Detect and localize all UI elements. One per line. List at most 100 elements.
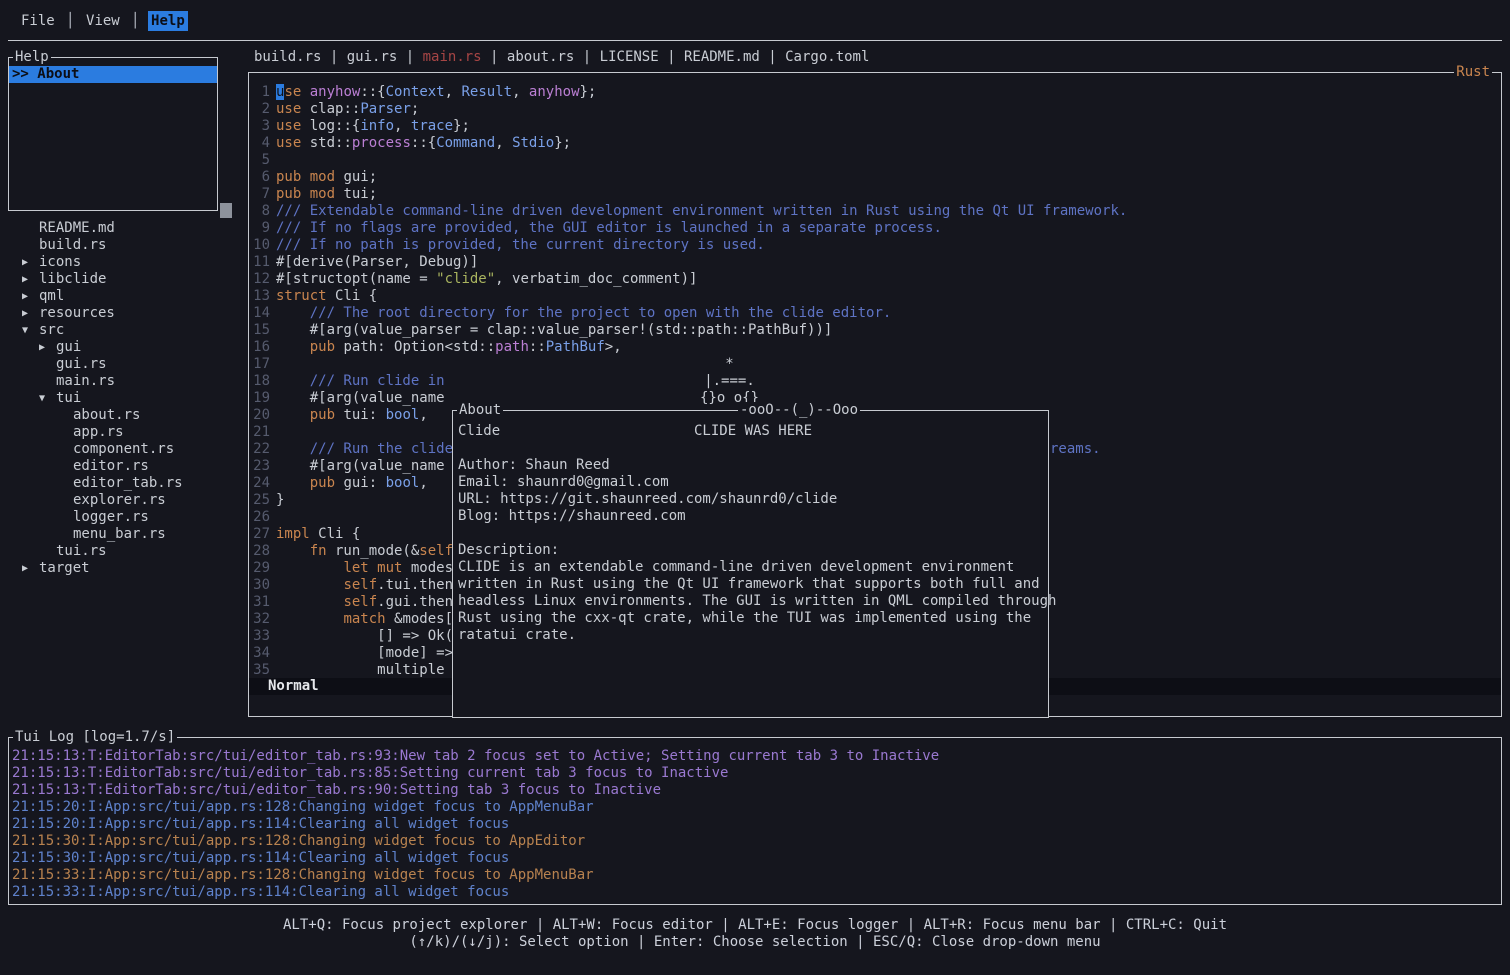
code-text: #[arg(value_name = bbox=[276, 390, 470, 407]
explorer-item-label: editor_tab.rs bbox=[73, 475, 183, 492]
line-number: 14 bbox=[249, 305, 270, 322]
help-dropdown-item[interactable]: >> About bbox=[9, 66, 217, 83]
code-line[interactable]: 9/// If no flags are provided, the GUI e… bbox=[249, 220, 1501, 237]
about-popup: *|.===.{}o o{} About -ooO--(_)--Ooo Clid… bbox=[452, 354, 1049, 720]
tab-separator: | bbox=[659, 49, 684, 65]
code-text: self.tui.then( bbox=[276, 577, 461, 594]
code-text: pub gui: bool, bbox=[276, 475, 428, 492]
folder-toggle-icon: ▶ bbox=[22, 288, 39, 305]
log-line: 21:15:30:I:App:src/tui/app.rs:128:Changi… bbox=[12, 833, 1501, 850]
menu-item-help[interactable]: Help bbox=[148, 11, 188, 31]
tui-log-panel[interactable]: Tui Log [log=1.7/s] 21:15:13:T:EditorTab… bbox=[8, 737, 1502, 905]
folder-toggle-icon: ▶ bbox=[22, 305, 39, 322]
explorer-item-tui-rs[interactable]: tui.rs bbox=[8, 543, 240, 560]
folder-toggle-icon: ▶ bbox=[22, 254, 39, 271]
explorer-item-resources[interactable]: ▶resources bbox=[8, 305, 240, 322]
explorer-item-libclide[interactable]: ▶libclide bbox=[8, 271, 240, 288]
explorer-item-menu-bar-rs[interactable]: menu_bar.rs bbox=[8, 526, 240, 543]
explorer-item-target[interactable]: ▶target bbox=[8, 560, 240, 577]
code-line[interactable]: 8/// Extendable command-line driven deve… bbox=[249, 203, 1501, 220]
code-text: let mut modes bbox=[276, 560, 453, 577]
footer-shortcuts-line1: ALT+Q: Focus project explorer | ALT+W: F… bbox=[0, 917, 1510, 934]
code-text: } bbox=[276, 492, 284, 509]
explorer-item-explorer-rs[interactable]: explorer.rs bbox=[8, 492, 240, 509]
tab-separator: | bbox=[760, 49, 785, 65]
explorer-item-logger-rs[interactable]: logger.rs bbox=[8, 509, 240, 526]
tab-main-rs[interactable]: main.rs bbox=[423, 49, 482, 65]
code-line[interactable]: 11#[derive(Parser, Debug)] bbox=[249, 254, 1501, 271]
line-number: 32 bbox=[249, 611, 270, 628]
line-number: 28 bbox=[249, 543, 270, 560]
menu-item-view[interactable]: View bbox=[83, 11, 123, 31]
explorer-item-editor-tab-rs[interactable]: editor_tab.rs bbox=[8, 475, 240, 492]
help-dropdown: Help >> About bbox=[8, 57, 218, 211]
code-line[interactable]: 14 /// The root directory for the projec… bbox=[249, 305, 1501, 322]
tab-gui-rs[interactable]: gui.rs bbox=[347, 49, 398, 65]
line-number: 3 bbox=[249, 118, 270, 135]
code-line[interactable]: 7 pub mod tui; bbox=[249, 186, 1501, 203]
line-number: 5 bbox=[249, 152, 270, 169]
tui-log-title: Tui Log [log=1.7/s] bbox=[13, 729, 177, 746]
explorer-item-app-rs[interactable]: app.rs bbox=[8, 424, 240, 441]
code-line[interactable]: 13struct Cli { bbox=[249, 288, 1501, 305]
about-content: Clide CLIDE WAS HEREAuthor: Shaun ReedEm… bbox=[453, 411, 1048, 644]
tab-separator: | bbox=[574, 49, 599, 65]
tab-readme-md[interactable]: README.md bbox=[684, 49, 760, 65]
explorer-item-tui[interactable]: ▼tui bbox=[8, 390, 240, 407]
line-number: 4 bbox=[249, 135, 270, 152]
footer: ALT+Q: Focus project explorer | ALT+W: F… bbox=[0, 917, 1510, 951]
explorer-item-label: explorer.rs bbox=[73, 492, 166, 509]
code-line[interactable]: 1use anyhow::{Context, Result, anyhow}; bbox=[249, 84, 1501, 101]
line-number: 7 bbox=[249, 186, 270, 203]
explorer-item-component-rs[interactable]: component.rs bbox=[8, 441, 240, 458]
menu-bar[interactable]: File │ View │ Help bbox=[18, 13, 188, 35]
log-line: 21:15:20:I:App:src/tui/app.rs:114:Cleari… bbox=[12, 816, 1501, 833]
code-line[interactable]: 10/// If no path is provided, the curren… bbox=[249, 237, 1501, 254]
line-number: 21 bbox=[249, 424, 270, 441]
explorer-item-label: build.rs bbox=[39, 237, 106, 254]
tab-build-rs[interactable]: build.rs bbox=[254, 49, 321, 65]
line-number: 2 bbox=[249, 101, 270, 118]
explorer-item-label: qml bbox=[39, 288, 64, 305]
code-text: #[derive(Parser, Debug)] bbox=[276, 254, 478, 271]
about-text-line: Rust using the cxx-qt crate, while the T… bbox=[458, 610, 1048, 627]
code-text: pub mod tui; bbox=[276, 186, 377, 203]
line-number: 27 bbox=[249, 526, 270, 543]
code-line[interactable]: 15 #[arg(value_parser = clap::value_pars… bbox=[249, 322, 1501, 339]
explorer-item-main-rs[interactable]: main.rs bbox=[8, 373, 240, 390]
tab-cargo-toml[interactable]: Cargo.toml bbox=[785, 49, 869, 65]
explorer-item-build-rs[interactable]: build.rs bbox=[8, 237, 240, 254]
tab-license[interactable]: LICENSE bbox=[600, 49, 659, 65]
tab-about-rs[interactable]: about.rs bbox=[507, 49, 574, 65]
code-line[interactable]: 3use log::{info, trace}; bbox=[249, 118, 1501, 135]
code-line[interactable]: 12#[structopt(name = "clide", verbatim_d… bbox=[249, 271, 1501, 288]
explorer-item-gui-rs[interactable]: gui.rs bbox=[8, 356, 240, 373]
about-text-line: URL: https://git.shaunreed.com/shaunrd0/… bbox=[458, 491, 1048, 508]
code-text: pub mod gui; bbox=[276, 169, 377, 186]
explorer-item-qml[interactable]: ▶qml bbox=[8, 288, 240, 305]
explorer-item-src[interactable]: ▼src bbox=[8, 322, 240, 339]
footer-shortcuts-line2: (↑/k)/(↓/j): Select option | Enter: Choo… bbox=[0, 934, 1510, 951]
code-line[interactable]: 2 use clap::Parser; bbox=[249, 101, 1501, 118]
explorer-item-icons[interactable]: ▶icons bbox=[8, 254, 240, 271]
line-number: 22 bbox=[249, 441, 270, 458]
log-line: 21:15:20:I:App:src/tui/app.rs:128:Changi… bbox=[12, 799, 1501, 816]
line-number: 13 bbox=[249, 288, 270, 305]
explorer-item-editor-rs[interactable]: editor.rs bbox=[8, 458, 240, 475]
code-line[interactable]: 6pub mod gui; bbox=[249, 169, 1501, 186]
menubar-divider bbox=[8, 40, 1502, 41]
about-text-line: written in Rust using the Qt UI framewor… bbox=[458, 576, 1048, 593]
explorer-item-label: editor.rs bbox=[73, 458, 149, 475]
menu-item-file[interactable]: File bbox=[18, 11, 58, 31]
explorer-item-label: component.rs bbox=[73, 441, 174, 458]
code-line[interactable]: 4use std::process::{Command, Stdio}; bbox=[249, 135, 1501, 152]
explorer-item-label: libclide bbox=[39, 271, 106, 288]
explorer-item-readme-md[interactable]: README.md bbox=[8, 220, 240, 237]
code-text: use clap::Parser; bbox=[276, 101, 419, 118]
code-line[interactable]: 5 bbox=[249, 152, 1501, 169]
code-text: use anyhow::{Context, Result, anyhow}; bbox=[276, 84, 596, 101]
code-text: #[arg(value_name = bbox=[276, 458, 470, 475]
explorer-item-gui[interactable]: ▶gui bbox=[8, 339, 240, 356]
explorer-item-about-rs[interactable]: about.rs bbox=[8, 407, 240, 424]
scrollbar-thumb[interactable] bbox=[220, 203, 232, 218]
